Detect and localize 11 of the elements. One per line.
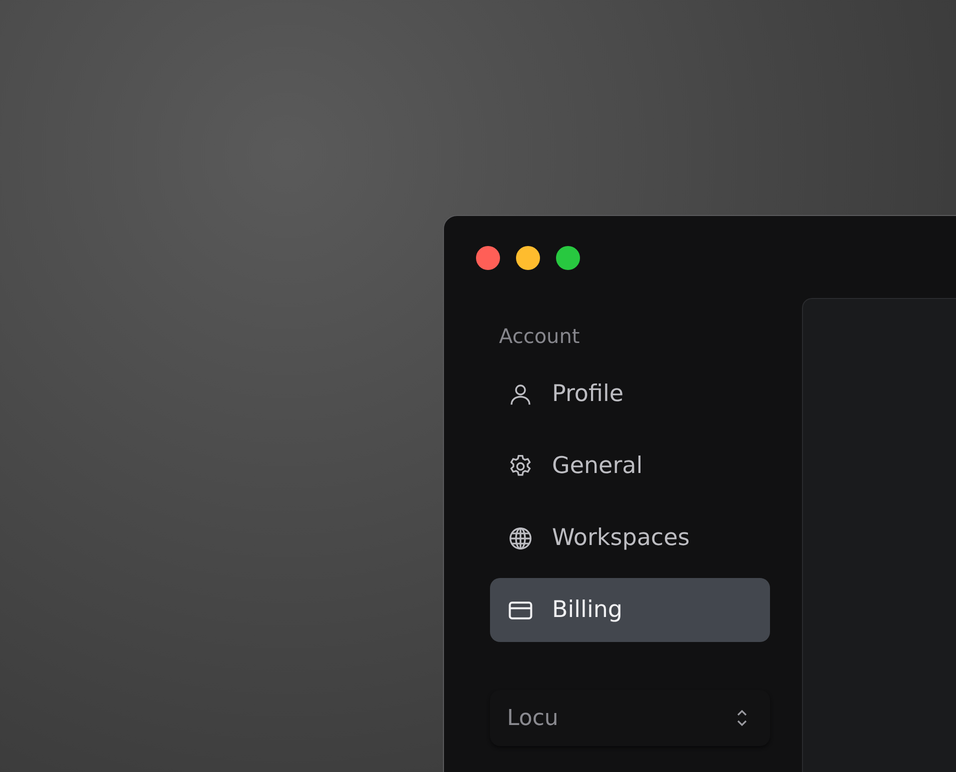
globe-icon — [507, 524, 534, 552]
chevron-up-down-icon — [736, 707, 748, 729]
sidebar-item[interactable]: General — [490, 434, 770, 498]
workspace-dropdown[interactable]: Locu — [490, 690, 770, 746]
section-title: Account — [498, 324, 581, 350]
minimize-button[interactable] — [516, 246, 540, 270]
sidebar-item[interactable]: Workspaces — [490, 506, 770, 570]
sidebar-item[interactable]: Profile — [490, 362, 770, 426]
close-button[interactable] — [476, 246, 500, 270]
zoom-button[interactable] — [556, 246, 580, 270]
sidebar-item[interactable]: Billing — [490, 578, 770, 642]
